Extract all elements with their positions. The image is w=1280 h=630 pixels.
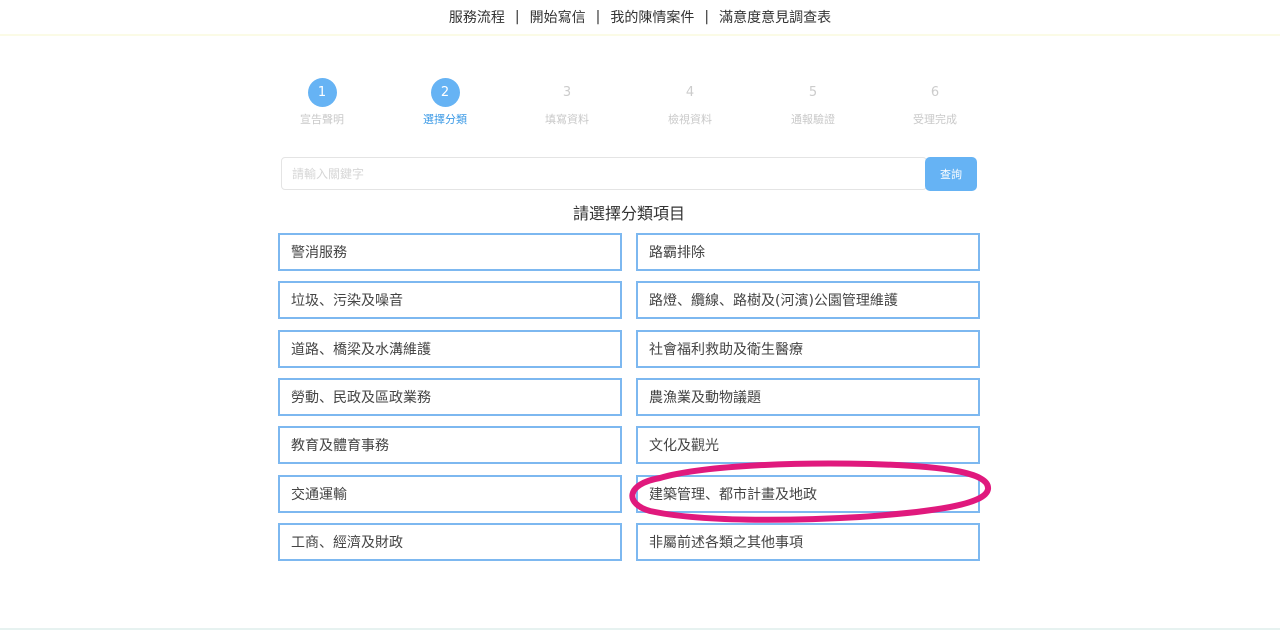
section-title: 請選擇分類項目 (572, 204, 685, 223)
step-number-badge: 2 (430, 78, 460, 107)
step-4: 4 檢視資料 (635, 78, 745, 127)
category-option[interactable]: 交通運輸 (278, 475, 622, 513)
hand-drawn-stroke-tail (857, 510, 908, 520)
progress-steps: 1 宣告聲明 2 選擇分類 3 填寫資料 4 檢視資料 5 通報驗證 6 受理完… (260, 78, 996, 130)
nav-start-writing-link[interactable]: 開始寫信 (520, 7, 596, 27)
step-2: 2 選擇分類 (390, 78, 500, 127)
nav-satisfaction-survey-link[interactable]: 滿意度意見調查表 (709, 7, 841, 27)
top-navigation: 服務流程 | 開始寫信 | 我的陳情案件 | 滿意度意見調查表 (0, 0, 1280, 36)
step-number-badge: 6 (930, 85, 940, 100)
step-5: 5 通報驗證 (758, 78, 868, 127)
search-button[interactable]: 查詢 (925, 157, 977, 191)
category-option[interactable]: 路霸排除 (636, 233, 980, 271)
category-option[interactable]: 非屬前述各類之其他事項 (636, 523, 980, 561)
step-number-badge: 5 (808, 85, 818, 100)
step-label: 通報驗證 (791, 113, 835, 126)
step-label: 宣告聲明 (300, 113, 344, 126)
category-option[interactable]: 社會福利救助及衛生醫療 (636, 330, 980, 368)
category-option[interactable]: 農漁業及動物議題 (636, 378, 980, 416)
category-option[interactable]: 勞動、民政及區政業務 (278, 378, 622, 416)
step-3: 3 填寫資料 (512, 78, 622, 127)
category-option[interactable]: 文化及觀光 (636, 426, 980, 464)
category-option[interactable]: 道路、橋梁及水溝維護 (278, 330, 622, 368)
category-option[interactable]: 垃圾、污染及噪音 (278, 281, 622, 319)
category-option[interactable]: 路燈、纜線、路樹及(河濱)公園管理維護 (636, 281, 980, 319)
step-number-badge: 1 (307, 78, 337, 107)
step-label: 檢視資料 (668, 113, 712, 126)
category-option[interactable]: 工商、經濟及財政 (278, 523, 622, 561)
step-6: 6 受理完成 (880, 78, 990, 127)
category-option-highlighted[interactable]: 建築管理、都市計畫及地政 (636, 475, 980, 513)
keyword-search-input[interactable] (281, 157, 927, 190)
step-number-badge: 4 (685, 85, 695, 100)
step-label: 受理完成 (913, 113, 957, 126)
nav-my-cases-link[interactable]: 我的陳情案件 (600, 7, 704, 27)
step-label: 選擇分類 (423, 113, 467, 126)
step-label: 填寫資料 (545, 113, 589, 126)
category-option[interactable]: 警消服務 (278, 233, 622, 271)
nav-service-flow-link[interactable]: 服務流程 (439, 7, 515, 27)
step-1: 1 宣告聲明 (267, 78, 377, 127)
category-option[interactable]: 教育及體育事務 (278, 426, 622, 464)
search-bar: 查詢 (281, 157, 977, 191)
step-number-badge: 3 (562, 85, 572, 100)
